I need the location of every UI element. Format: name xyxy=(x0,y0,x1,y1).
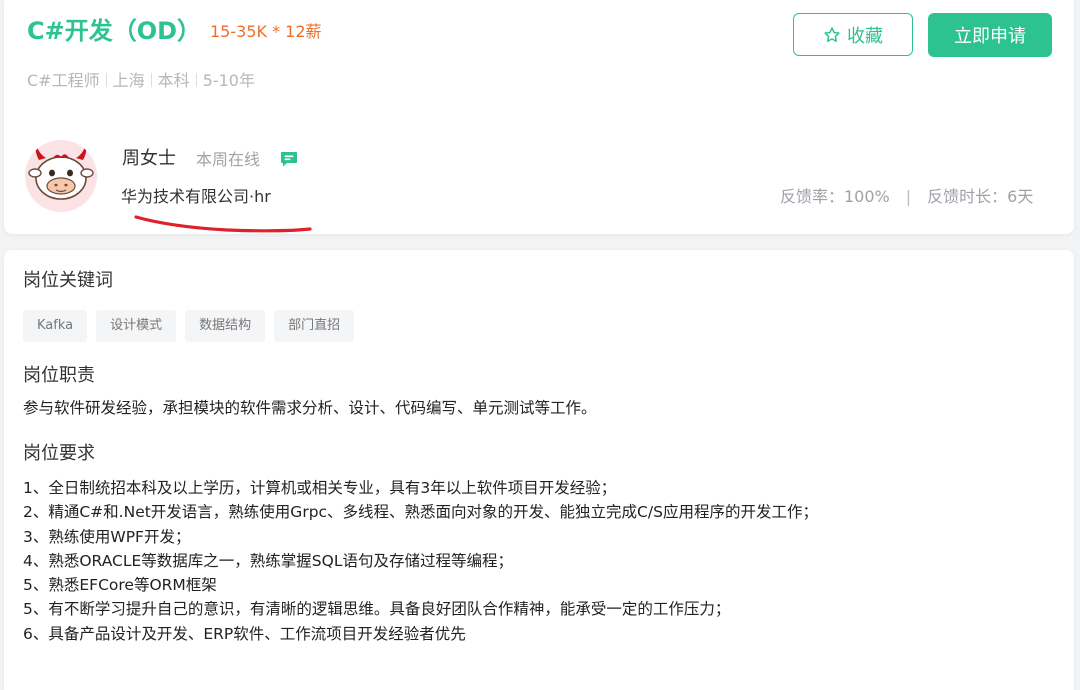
job-tag-degree: 本科 xyxy=(157,71,190,90)
requirement-item: 2、精通C#和.Net开发语言，熟练使用Grpc、多线程、熟悉面向对象的开发、能… xyxy=(23,503,818,522)
cow-avatar-icon xyxy=(25,140,97,212)
feedback-rate: 反馈率：100% xyxy=(780,187,890,206)
feedback-time: 反馈时长：6天 xyxy=(927,187,1034,206)
recruiter-feedback-stats: 反馈率：100% | 反馈时长：6天 xyxy=(780,186,1033,208)
job-salary: 15-35K * 12薪 xyxy=(210,22,322,41)
job-header-card: C#开发（OD） 15-35K * 12薪 C#工程师 上海 本科 5-10年 收藏 … xyxy=(4,0,1074,234)
keyword-tags: Kafka 设计模式 数据结构 部门直招 xyxy=(23,310,355,342)
keyword-tag[interactable]: Kafka xyxy=(23,310,88,342)
job-tag-experience: 5-10年 xyxy=(202,71,255,90)
tag-divider xyxy=(150,73,152,87)
job-title: C#开发（OD） xyxy=(27,17,202,45)
star-outline-icon xyxy=(824,26,840,42)
requirements-list: 1、全日制统招本科及以上学历，计算机或相关专业，具有3年以上软件项目开发经验； … xyxy=(23,476,818,646)
duty-description: 参与软件研发经验，承担模块的软件需求分析、设计、代码编写、单元测试等工作。 xyxy=(23,399,597,417)
tag-divider xyxy=(105,73,107,87)
keyword-tag[interactable]: 数据结构 xyxy=(185,310,266,342)
keyword-tag[interactable]: 部门直招 xyxy=(274,310,355,342)
keyword-tag[interactable]: 设计模式 xyxy=(96,310,177,342)
requirement-item: 6、具备产品设计及开发、ERP软件、工作流项目开发经验者优先 xyxy=(23,624,466,643)
red-underline-annotation xyxy=(134,215,312,233)
recruiter-company-role: 华为技术有限公司·hr xyxy=(121,187,271,206)
requirement-item: 5、有不断学习提升自己的意识，有清晰的逻辑思维。具备良好团队合作精神，能承受一定… xyxy=(23,600,731,619)
keywords-section-title: 岗位关键词 xyxy=(23,270,113,291)
job-tag-position: C#工程师 xyxy=(27,71,100,90)
feedback-divider: | xyxy=(905,187,912,206)
collect-button[interactable]: 收藏 xyxy=(793,13,913,56)
apply-button-label: 立即申请 xyxy=(954,26,1026,47)
requirement-item: 1、全日制统招本科及以上学历，计算机或相关专业，具有3年以上软件项目开发经验； xyxy=(23,479,617,497)
requirement-item: 3、熟练使用WPF开发； xyxy=(23,527,191,546)
job-tags: C#工程师 上海 本科 5-10年 xyxy=(27,70,255,92)
requirement-item: 4、熟悉ORACLE等数据库之一，熟练掌握SQL语句及存储过程等编程； xyxy=(23,551,513,570)
requirement-item: 5、熟悉EFCore等ORM框架 xyxy=(23,576,217,595)
apply-button[interactable]: 立即申请 xyxy=(928,13,1052,57)
tag-divider xyxy=(195,73,197,87)
chat-bubble-icon[interactable] xyxy=(280,150,298,168)
requirements-section-title: 岗位要求 xyxy=(23,443,95,464)
collect-button-label: 收藏 xyxy=(847,25,883,47)
recruiter-online-status: 本周在线 xyxy=(196,150,261,169)
duty-section-title: 岗位职责 xyxy=(23,365,95,386)
recruiter-name: 周女士 xyxy=(122,148,176,169)
job-tag-city: 上海 xyxy=(112,71,145,90)
